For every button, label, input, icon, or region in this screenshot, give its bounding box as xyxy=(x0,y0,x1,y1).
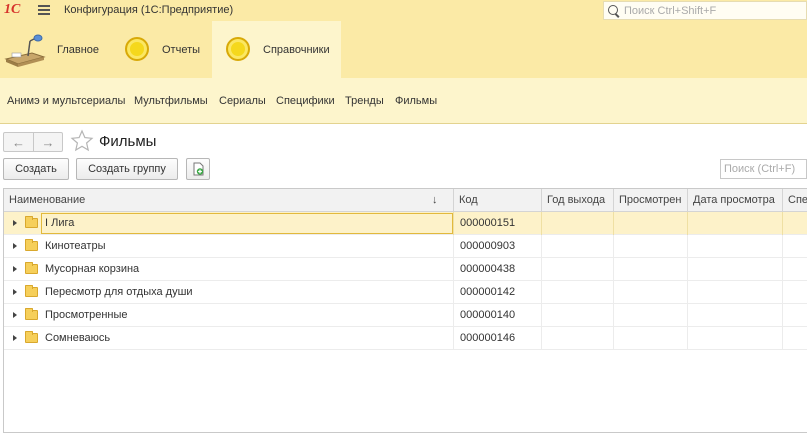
table-row[interactable]: I Лига 000000151 xyxy=(4,212,807,235)
row-name: Пересмотр для отдыха души xyxy=(45,286,193,298)
link-films[interactable]: Фильмы xyxy=(395,95,437,107)
section-catalogs-label: Справочники xyxy=(263,44,330,56)
section-reports-label: Отчеты xyxy=(162,44,201,56)
favorite-star-icon[interactable] xyxy=(70,129,94,153)
folder-icon xyxy=(25,285,38,297)
row-code: 000000903 xyxy=(460,240,516,252)
1c-logo: 1С xyxy=(4,2,21,17)
row-code: 000000151 xyxy=(460,217,516,229)
coin-icon xyxy=(125,37,149,61)
row-name: Кинотеатры xyxy=(45,240,106,252)
table-row[interactable]: Кинотеатры 000000903 xyxy=(4,235,807,258)
subsection-links: Анимэ и мультсериалы Мультфильмы Сериалы… xyxy=(0,78,807,124)
table-row[interactable]: Сомневаюсь 000000146 xyxy=(4,327,807,350)
row-name: I Лига xyxy=(45,217,75,229)
folder-icon xyxy=(25,262,38,274)
link-anime[interactable]: Анимэ и мультсериалы xyxy=(7,95,125,107)
column-header-year[interactable]: Год выхода xyxy=(542,189,614,212)
column-header-watch-date[interactable]: Дата просмотра xyxy=(688,189,783,212)
row-name: Сомневаюсь xyxy=(45,332,111,344)
column-header-spec[interactable]: Спе xyxy=(783,189,807,212)
section-reports[interactable]: Отчеты xyxy=(114,21,212,78)
title-bar: 1С Конфигурация (1С:Предприятие) xyxy=(0,0,807,21)
search-icon xyxy=(606,3,622,19)
expand-arrow-icon[interactable] xyxy=(13,243,17,249)
menu-icon[interactable] xyxy=(38,5,50,15)
folder-icon xyxy=(25,308,38,320)
desk-lamp-icon xyxy=(4,34,46,67)
expand-arrow-icon[interactable] xyxy=(13,289,17,295)
coin-icon xyxy=(226,37,250,61)
column-header-code[interactable]: Код xyxy=(454,189,542,212)
form-title: Фильмы xyxy=(99,133,157,150)
forward-arrow-icon[interactable]: → xyxy=(32,133,62,151)
catalog-table: Наименование ↓ Код Год выхода Просмотрен… xyxy=(3,188,807,433)
link-cartoons[interactable]: Мультфильмы xyxy=(134,95,208,107)
sections-panel: Главное Отчеты Справочники xyxy=(0,21,807,78)
back-arrow-icon[interactable]: ← xyxy=(4,133,33,151)
row-name: Просмотренные xyxy=(45,309,128,321)
section-catalogs[interactable]: Справочники xyxy=(212,21,341,78)
folder-icon xyxy=(25,239,38,251)
add-document-button[interactable] xyxy=(186,158,210,180)
expand-arrow-icon[interactable] xyxy=(13,220,17,226)
create-button[interactable]: Создать xyxy=(3,158,69,180)
row-code: 000000438 xyxy=(460,263,516,275)
table-row[interactable]: Мусорная корзина 000000438 xyxy=(4,258,807,281)
table-header: Наименование ↓ Код Год выхода Просмотрен… xyxy=(4,189,807,212)
table-row[interactable]: Просмотренные 000000140 xyxy=(4,304,807,327)
focus-frame xyxy=(41,213,453,234)
table-row[interactable]: Пересмотр для отдыха души 000000142 xyxy=(4,281,807,304)
link-series[interactable]: Сериалы xyxy=(219,95,266,107)
link-trends[interactable]: Тренды xyxy=(345,95,384,107)
expand-arrow-icon[interactable] xyxy=(13,335,17,341)
column-header-watched[interactable]: Просмотрен xyxy=(614,189,688,212)
row-code: 000000142 xyxy=(460,286,516,298)
navigation-buttons: ← → xyxy=(3,132,63,152)
folder-icon xyxy=(25,216,38,228)
link-specifics[interactable]: Специфики xyxy=(276,95,335,107)
global-search-input[interactable] xyxy=(624,4,804,17)
row-code: 000000140 xyxy=(460,309,516,321)
add-document-icon xyxy=(193,162,204,176)
section-main-label: Главное xyxy=(57,44,100,56)
column-header-name[interactable]: Наименование xyxy=(4,189,454,212)
section-main[interactable]: Главное xyxy=(0,21,114,78)
list-search-input[interactable] xyxy=(720,159,807,179)
row-code: 000000146 xyxy=(460,332,516,344)
sort-down-icon: ↓ xyxy=(432,194,438,206)
global-search[interactable] xyxy=(603,1,807,20)
app-title: Конфигурация (1С:Предприятие) xyxy=(64,4,234,16)
row-name: Мусорная корзина xyxy=(45,263,140,275)
expand-arrow-icon[interactable] xyxy=(13,266,17,272)
expand-arrow-icon[interactable] xyxy=(13,312,17,318)
create-group-button[interactable]: Создать группу xyxy=(76,158,178,180)
folder-icon xyxy=(25,331,38,343)
